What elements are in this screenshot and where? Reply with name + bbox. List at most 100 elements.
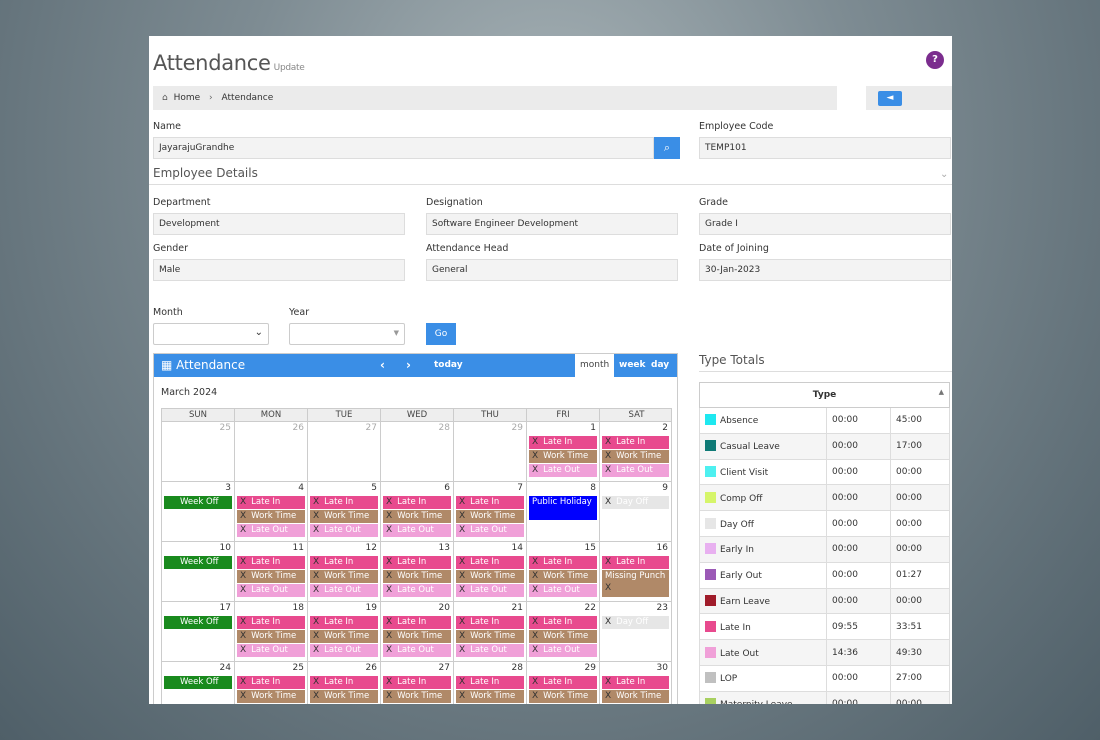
day-number[interactable]: 2 xyxy=(662,423,668,433)
calendar-day-cell[interactable]: 21 X Late In X Work Time X Late Out xyxy=(454,602,527,661)
calendar-event-work[interactable]: X Work Time xyxy=(456,690,524,703)
day-number[interactable]: 23 xyxy=(657,603,668,613)
calendar-event-work[interactable]: X Work Time xyxy=(602,690,669,703)
year-select[interactable]: ▼ xyxy=(289,323,405,345)
calendar-day-cell[interactable]: 25 xyxy=(162,422,235,481)
breadcrumb-home[interactable]: Home xyxy=(174,93,201,103)
calendar-event-late-in[interactable]: X Late In xyxy=(237,616,305,629)
name-input[interactable]: JayarajuGrandhe xyxy=(153,137,654,159)
calendar-event-late-in[interactable]: X Late In xyxy=(310,556,378,569)
day-number[interactable]: 4 xyxy=(298,483,304,493)
calendar-event-late-in[interactable]: X Late In xyxy=(383,496,451,509)
calendar-event-work[interactable]: X Work Time xyxy=(310,510,378,523)
calendar-day-cell[interactable]: 17 Week Off xyxy=(162,602,235,661)
calendar-event-late-out[interactable]: X Late Out xyxy=(456,584,524,597)
calendar-day-cell[interactable]: 13 X Late In X Work Time X Late Out xyxy=(381,542,454,601)
calendar-day-cell[interactable]: 1 X Late In X Work Time X Late Out xyxy=(527,422,600,481)
month-select[interactable]: ⌄ xyxy=(153,323,269,345)
calendar-event-work[interactable]: X Work Time xyxy=(237,690,305,703)
employee-details-title[interactable]: Employee Details xyxy=(153,166,258,180)
calendar-event-work[interactable]: X Work Time xyxy=(529,450,597,463)
day-number[interactable]: 24 xyxy=(220,663,231,673)
calendar-event-late-in[interactable]: X Late In xyxy=(456,496,524,509)
day-number[interactable]: 26 xyxy=(366,663,377,673)
calendar-event-work[interactable]: X Work Time xyxy=(237,510,305,523)
calendar-prev-button[interactable]: ‹ xyxy=(380,358,385,372)
calendar-day-cell[interactable]: 29 X Late In X Work Time xyxy=(527,662,600,704)
day-number[interactable]: 7 xyxy=(517,483,523,493)
calendar-day-cell[interactable]: 11 X Late In X Work Time X Late Out xyxy=(235,542,308,601)
calendar-day-cell[interactable]: 9 X Day Off xyxy=(600,482,672,541)
calendar-day-cell[interactable]: 28 X Late In X Work Time xyxy=(454,662,527,704)
calendar-event-late-in[interactable]: X Late In xyxy=(529,676,597,689)
calendar-event-late-out[interactable]: X Late Out xyxy=(456,644,524,657)
help-button[interactable]: ? xyxy=(926,51,944,69)
calendar-event-work[interactable]: X Work Time xyxy=(383,630,451,643)
calendar-event-holiday[interactable]: Public Holiday xyxy=(529,496,597,520)
calendar-event-work[interactable]: X Work Time xyxy=(310,690,378,703)
day-number[interactable]: 18 xyxy=(293,603,304,613)
back-button[interactable]: ◄ xyxy=(878,91,902,106)
sort-asc-icon[interactable]: ▲ xyxy=(939,388,944,396)
day-number[interactable]: 26 xyxy=(293,423,304,433)
day-number[interactable]: 11 xyxy=(293,543,304,553)
calendar-event-late-in[interactable]: X Late In xyxy=(602,676,669,689)
day-number[interactable]: 12 xyxy=(366,543,377,553)
calendar-event-late-out[interactable]: X Late Out xyxy=(310,584,378,597)
day-number[interactable]: 20 xyxy=(439,603,450,613)
day-number[interactable]: 29 xyxy=(585,663,596,673)
day-number[interactable]: 27 xyxy=(366,423,377,433)
calendar-day-cell[interactable]: 10 Week Off xyxy=(162,542,235,601)
day-number[interactable]: 25 xyxy=(220,423,231,433)
view-month-button[interactable]: month xyxy=(575,354,615,377)
calendar-day-cell[interactable]: 22 X Late In X Work Time X Late Out xyxy=(527,602,600,661)
calendar-event-late-in[interactable]: X Late In xyxy=(529,436,597,449)
day-number[interactable]: 1 xyxy=(590,423,596,433)
home-icon[interactable]: ⌂ xyxy=(162,93,168,103)
day-number[interactable]: 8 xyxy=(590,483,596,493)
calendar-day-cell[interactable]: 14 X Late In X Work Time X Late Out xyxy=(454,542,527,601)
type-column-header[interactable]: Type ▲ xyxy=(699,382,950,408)
calendar-event-late-out[interactable]: X Late Out xyxy=(237,644,305,657)
calendar-day-cell[interactable]: 27 X Late In X Work Time xyxy=(381,662,454,704)
day-number[interactable]: 15 xyxy=(585,543,596,553)
calendar-event-late-in[interactable]: X Late In xyxy=(383,616,451,629)
calendar-day-cell[interactable]: 4 X Late In X Work Time X Late Out xyxy=(235,482,308,541)
calendar-event-work[interactable]: X Work Time xyxy=(383,690,451,703)
calendar-day-cell[interactable]: 3 Week Off xyxy=(162,482,235,541)
calendar-event-missing[interactable]: Missing Punch X xyxy=(602,570,669,597)
employee-code-input[interactable]: TEMP101 xyxy=(699,137,951,159)
calendar-event-work[interactable]: X Work Time xyxy=(529,630,597,643)
day-number[interactable]: 9 xyxy=(662,483,668,493)
calendar-event-late-out[interactable]: X Late Out xyxy=(310,644,378,657)
calendar-event-late-in[interactable]: X Late In xyxy=(310,676,378,689)
calendar-day-cell[interactable]: 20 X Late In X Work Time X Late Out xyxy=(381,602,454,661)
calendar-day-cell[interactable]: 16 X Late In Missing Punch X xyxy=(600,542,672,601)
calendar-day-cell[interactable]: 27 xyxy=(308,422,381,481)
calendar-event-late-in[interactable]: X Late In xyxy=(529,556,597,569)
day-number[interactable]: 25 xyxy=(293,663,304,673)
day-number[interactable]: 13 xyxy=(439,543,450,553)
calendar-event-work[interactable]: X Work Time xyxy=(456,510,524,523)
chevron-down-icon[interactable]: ⌄ xyxy=(940,169,948,180)
calendar-event-day-off[interactable]: X Day Off xyxy=(602,616,669,629)
calendar-event-work[interactable]: X Work Time xyxy=(237,570,305,583)
calendar-event-week-off[interactable]: Week Off xyxy=(164,556,232,569)
calendar-event-late-in[interactable]: X Late In xyxy=(237,496,305,509)
calendar-day-cell[interactable]: 29 xyxy=(454,422,527,481)
calendar-event-work[interactable]: X Work Time xyxy=(310,570,378,583)
day-number[interactable]: 27 xyxy=(439,663,450,673)
calendar-event-late-in[interactable]: X Late In xyxy=(602,436,669,449)
calendar-event-week-off[interactable]: Week Off xyxy=(164,676,232,689)
calendar-event-day-off[interactable]: X Day Off xyxy=(602,496,669,509)
go-button[interactable]: Go xyxy=(426,323,456,345)
calendar-event-late-out[interactable]: X Late Out xyxy=(237,584,305,597)
calendar-day-cell[interactable]: 8 Public Holiday xyxy=(527,482,600,541)
calendar-event-work[interactable]: X Work Time xyxy=(383,510,451,523)
calendar-today-button[interactable]: today xyxy=(434,360,463,370)
calendar-day-cell[interactable]: 5 X Late In X Work Time X Late Out xyxy=(308,482,381,541)
calendar-event-late-in[interactable]: X Late In xyxy=(456,616,524,629)
calendar-event-late-in[interactable]: X Late In xyxy=(602,556,669,569)
calendar-day-cell[interactable]: 25 X Late In X Work Time xyxy=(235,662,308,704)
calendar-event-late-in[interactable]: X Late In xyxy=(383,556,451,569)
